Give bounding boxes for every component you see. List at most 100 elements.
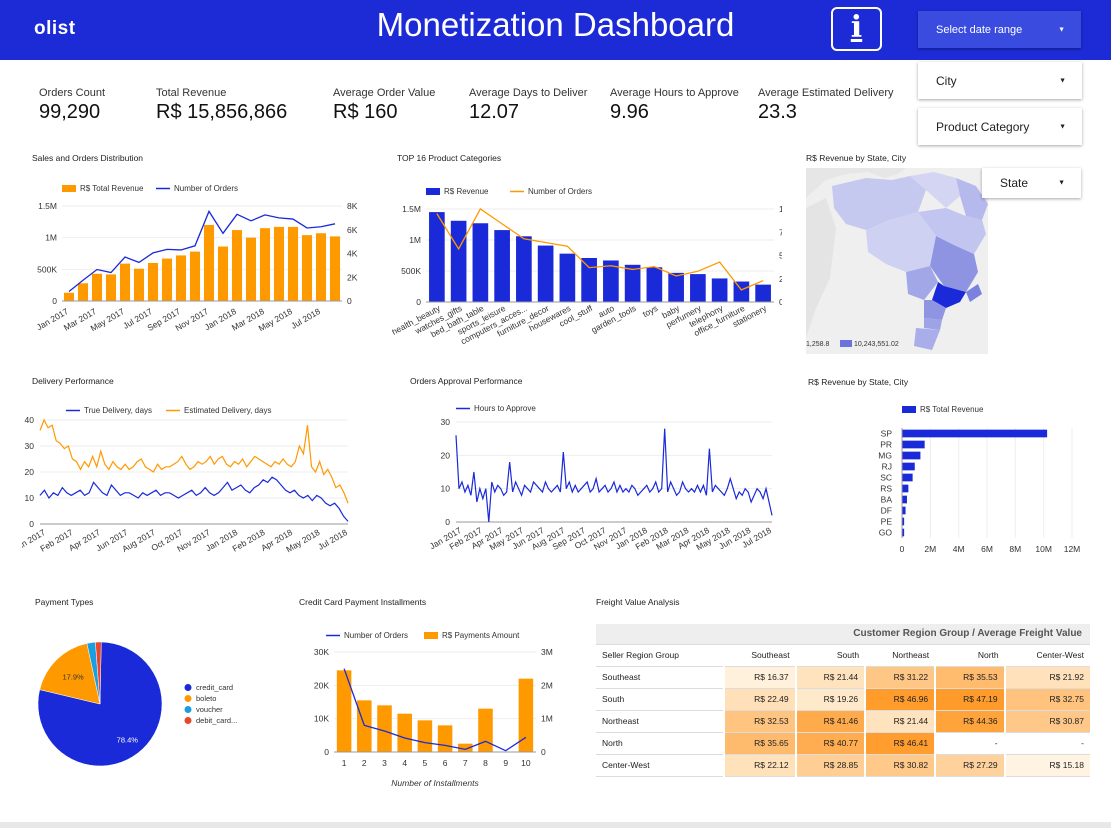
map-state-sc[interactable] — [924, 318, 942, 330]
y-tick-label: 40 — [25, 415, 35, 425]
y-right-tick-label: 8K — [347, 201, 358, 211]
y-left-tick-label: 1.5M — [402, 204, 421, 214]
column-header[interactable]: Northeast — [865, 644, 936, 667]
y-left-tick-label: 20K — [314, 680, 329, 690]
table-title-row: Customer Region Group / Average Freight … — [596, 624, 1090, 645]
product-category-filter[interactable]: Product Category ▼ — [918, 108, 1082, 145]
approval-performance-chart: 0102030Jan 2017Feb 2017Apr 2017May 2017J… — [428, 404, 774, 552]
date-range-label: Select date range — [936, 23, 1023, 36]
map-legend-min: 1,258.8 — [806, 341, 829, 348]
kpi-value: R$ 15,856,866 — [156, 101, 288, 123]
state-revenue-bar-chart: R$ Total Revenue 0 2M 4M 6M 8M 10M 12M SPPRMGRJS… — [878, 405, 1080, 554]
y-left-tick-label: 1.5M — [38, 201, 57, 211]
bar — [646, 267, 663, 302]
bar — [161, 258, 173, 301]
bar — [755, 284, 771, 302]
y-left-tick-label: 0 — [52, 296, 57, 306]
y-tick-label: RS — [880, 483, 892, 493]
top16-title: TOP 16 Product Categories — [397, 153, 502, 163]
row-header: Center-West — [596, 754, 724, 777]
legend-swatch — [184, 706, 192, 713]
y-tick-label: 10 — [441, 484, 451, 494]
bottom-scrollbar[interactable] — [0, 822, 1111, 828]
bar — [273, 226, 285, 301]
y-tick-label: BA — [881, 494, 893, 504]
bar — [91, 273, 103, 301]
product-category-label: Product Category — [936, 119, 1030, 134]
y-tick-label: 20 — [441, 450, 451, 460]
legend-swatch — [184, 717, 192, 724]
table-cell: R$ 31.22 — [864, 666, 936, 689]
row-header: North — [596, 732, 724, 755]
y-left-tick-label: 500K — [401, 266, 421, 276]
bar — [559, 253, 576, 302]
kpi-label: Average Days to Deliver — [469, 87, 588, 99]
city-filter[interactable]: City ▼ — [918, 62, 1082, 99]
legend-payments-amount-label: R$ Payments Amount — [442, 631, 520, 640]
x-tick-label: 9 — [503, 758, 508, 768]
chevron-down-icon: ▼ — [1058, 26, 1065, 33]
table-row: Center-West R$ 22.12 R$ 28.85 R$ 30.82 R$ 27… — [596, 754, 1090, 777]
kpi-average-order-value: Average Order Value R$ 160 — [333, 75, 453, 137]
delivery-performance-chart: 010203040Jan 2017Feb 2017Apr 2017Jun 201… — [22, 406, 349, 554]
bar — [63, 292, 75, 301]
column-header[interactable]: Center-West — [1004, 644, 1090, 667]
legend-label: credit_card — [196, 683, 233, 692]
column-header[interactable]: North — [935, 644, 1005, 667]
legend-revenue-label: R$ Total Revenue — [80, 184, 144, 193]
bar — [287, 226, 299, 301]
chevron-down-icon: ▼ — [1059, 123, 1066, 130]
column-header[interactable]: Southeast — [723, 644, 796, 667]
x-tick-label: 8 — [483, 758, 488, 768]
info-button[interactable]: i — [831, 7, 882, 51]
column-header[interactable]: Seller Region Group — [596, 644, 724, 667]
y-right-tick-label: 1M — [541, 714, 553, 724]
table-header-row: Seller Region Group Southeast South Northea… — [596, 644, 1090, 667]
pie-data-label: 78.4% — [117, 735, 139, 744]
map-legend-gradient — [840, 340, 852, 347]
chevron-down-icon: ▼ — [1059, 77, 1066, 84]
bar — [537, 245, 554, 302]
table-cell: R$ 21.92 — [1003, 666, 1090, 689]
y-tick-label: 10 — [25, 493, 35, 503]
bar — [105, 274, 117, 301]
y-tick-label: 20 — [25, 467, 35, 477]
x-tick-label: 2 — [362, 758, 367, 768]
installments-chart: 0 10K 20K 30K 0 1M 2M 3M Number of Orders R$ Paym… — [314, 631, 553, 788]
table-cell: R$ 21.44 — [864, 710, 936, 733]
state-filter[interactable]: State ▼ — [982, 168, 1081, 198]
y-left-tick-label: 30K — [314, 647, 329, 657]
x-tick-label: 10M — [1035, 544, 1052, 554]
y-right-tick-label: 5K — [779, 251, 782, 261]
kpi-average-hours-to-approve: Average Hours to Approve 9.96 — [610, 75, 740, 137]
y-right-tick-label: 4K — [347, 249, 358, 259]
y-left-tick-label: 10K — [314, 714, 329, 724]
kpi-total-revenue: Total Revenue R$ 15,856,866 — [156, 75, 306, 137]
bar — [231, 230, 243, 301]
table-title: Customer Region Group / Average Freight … — [596, 624, 1090, 645]
y-right-tick-label: 0 — [347, 296, 352, 306]
x-tick-label: 10 — [521, 758, 531, 768]
y-tick-label: RJ — [882, 461, 892, 471]
legend-label: debit_card... — [196, 716, 237, 725]
table-row: South R$ 22.49 R$ 19.26 R$ 46.96 R$ 47.19 R$ … — [596, 688, 1090, 711]
y-tick-label: GO — [879, 527, 893, 537]
row-header: Southeast — [596, 666, 724, 689]
table-row: Northeast R$ 32.53 R$ 41.46 R$ 21.44 R$ 44.3… — [596, 710, 1090, 733]
series-line — [455, 428, 773, 523]
date-range-picker[interactable]: Select date range ▼ — [918, 11, 1081, 48]
bar — [147, 263, 159, 301]
y-tick-label: PR — [880, 439, 892, 449]
kpi-average-days-to-deliver: Average Days to Deliver 12.07 — [469, 75, 589, 137]
legend-revenue-label: R$ Revenue — [444, 187, 489, 196]
table-cell: R$ 21.44 — [794, 666, 866, 689]
bar — [329, 236, 341, 301]
brazil-revenue-map[interactable]: 1,258.8 10,243,551.02 — [806, 168, 988, 354]
bar — [133, 268, 145, 301]
bar — [733, 281, 750, 302]
kpi-value: 99,290 — [39, 101, 101, 123]
x-tick-label: 5 — [423, 758, 428, 768]
row-header: South — [596, 688, 724, 711]
column-header[interactable]: South — [795, 644, 866, 667]
y-tick-label: 30 — [25, 441, 35, 451]
